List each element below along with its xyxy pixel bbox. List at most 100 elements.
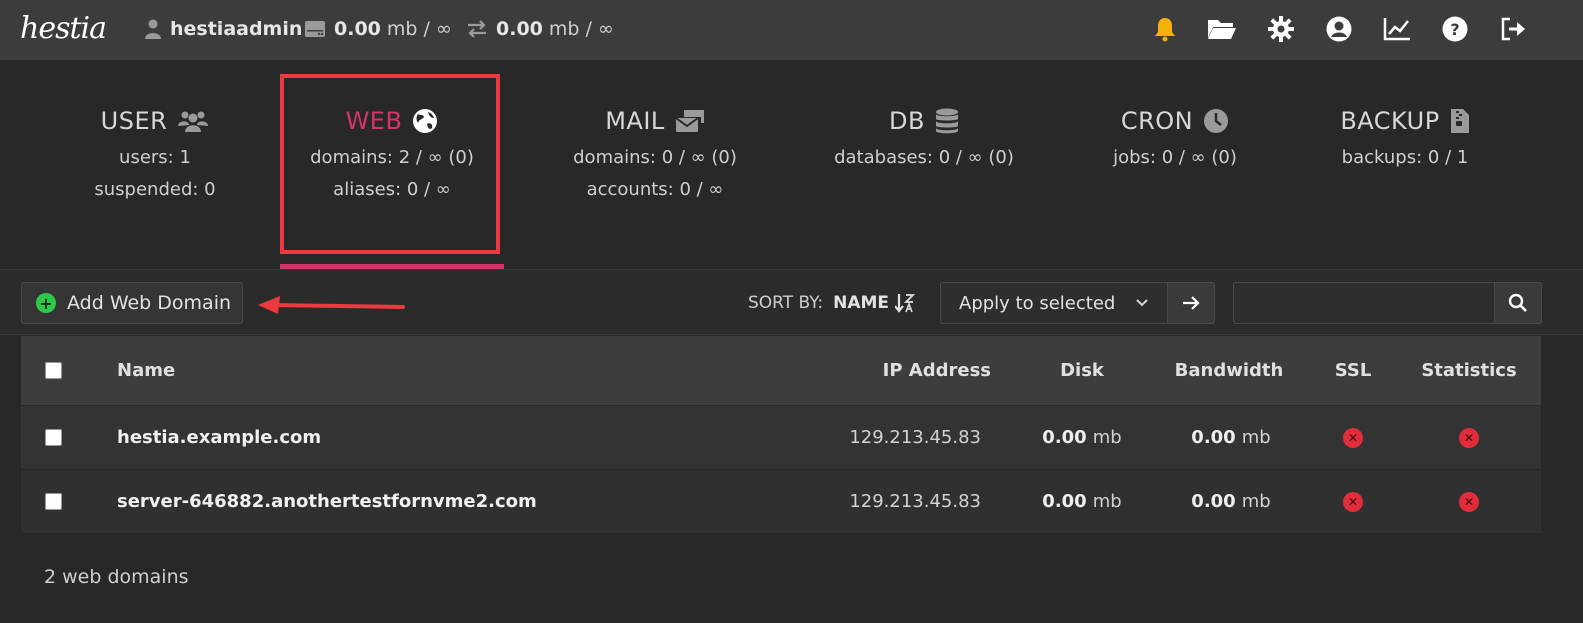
statistics-status: ✕ [1417, 406, 1521, 469]
select-all-checkbox[interactable] [45, 362, 62, 379]
clock-icon [1204, 109, 1229, 133]
ssl-status: ✕ [1321, 470, 1385, 533]
username: hestiaadmin [170, 18, 303, 40]
bandwidth-value: 0.00 [1191, 427, 1236, 448]
stat-user[interactable]: USER users: 1 suspended: 0 [80, 100, 230, 206]
statistics-disabled-icon: ✕ [1459, 427, 1479, 448]
search-input[interactable] [1233, 282, 1495, 324]
sort-by-control[interactable]: SORT BY: NAME [748, 290, 916, 316]
table-row[interactable]: server-646882.anothertestfornvme2.com 12… [21, 470, 1541, 534]
stat-cron-label: CRON [1120, 107, 1194, 135]
disk-value: 0.00 [1042, 491, 1087, 512]
bandwidth-unit: mb [1241, 491, 1271, 512]
folder-icon [1208, 20, 1236, 39]
row-checkbox-cell [45, 470, 62, 533]
profile-button[interactable] [1324, 14, 1354, 44]
stat-backup-line1: backups: 0 / 1 [1341, 147, 1469, 168]
stat-backup-title: BACKUP [1330, 100, 1480, 142]
row-checkbox[interactable] [45, 429, 62, 446]
user-icon [145, 19, 161, 39]
stat-cron-title: CRON [1100, 100, 1250, 142]
stat-user-title: USER [80, 100, 230, 142]
notifications-button[interactable] [1150, 14, 1180, 44]
web-tab-highlight-box [280, 74, 500, 254]
sort-by-value: NAME [833, 293, 890, 313]
bulk-action-selected: Apply to selected [959, 292, 1116, 314]
header-disk: Disk [1060, 360, 1104, 381]
transfer-icon [468, 20, 486, 38]
statistics-button[interactable] [1382, 14, 1412, 44]
chevron-down-icon [1136, 299, 1148, 307]
stat-db-label: DB [889, 107, 925, 135]
disk-unit: mb [1092, 491, 1122, 512]
users-icon [178, 111, 209, 132]
bell-icon [1155, 18, 1175, 42]
chart-icon [1383, 18, 1410, 41]
search-icon [1508, 293, 1527, 312]
bandwidth-usage: 0.00 mb / ∞ [466, 16, 614, 42]
toolbar: + Add Web Domain SORT BY: NAME Apply to … [0, 269, 1583, 335]
header-statistics: Statistics [1421, 360, 1517, 381]
apply-action-button[interactable] [1167, 282, 1215, 324]
bandwidth-usage-suffix: mb / ∞ [548, 18, 614, 40]
select-all-cell [45, 336, 62, 405]
top-bar: hestia hestiaadmin 0.00 mb / ∞ 0.00 mb /… [0, 0, 1583, 60]
database-icon [935, 108, 958, 134]
bandwidth-usage-cell: 0.00 mb [1171, 406, 1291, 469]
hestia-logo[interactable]: hestia [20, 5, 107, 53]
stat-backup[interactable]: BACKUP backups: 0 / 1 [1330, 100, 1480, 174]
disk-value: 0.00 [1042, 427, 1087, 448]
web-domains-table: Name IP Address Disk Bandwidth SSL Stati… [21, 336, 1541, 534]
stat-db[interactable]: DB databases: 0 / ∞ (0) [834, 100, 1014, 174]
domain-name-link[interactable]: server-646882.anothertestfornvme2.com [117, 470, 537, 533]
header-bandwidth: Bandwidth [1174, 360, 1284, 381]
bandwidth-unit: mb [1241, 427, 1271, 448]
annotation-arrow [258, 296, 405, 314]
stat-cron-line1: jobs: 0 / ∞ (0) [1113, 147, 1237, 168]
header-ssl: SSL [1334, 360, 1372, 381]
stat-user-line1: users: 1 [119, 147, 191, 168]
settings-button[interactable] [1266, 14, 1296, 44]
stat-db-title: DB [834, 100, 1014, 142]
domain-name-link[interactable]: hestia.example.com [117, 406, 321, 469]
svg-text:?: ? [1450, 20, 1459, 39]
sort-by-label: SORT BY: [748, 293, 824, 313]
add-web-domain-button[interactable]: + Add Web Domain [21, 282, 243, 324]
row-checkbox-cell [45, 406, 62, 469]
mail-icon [675, 110, 704, 132]
disk-usage-value: 0.00 [334, 18, 381, 40]
domain-count: 2 web domains [44, 566, 189, 588]
help-button[interactable]: ? [1440, 14, 1470, 44]
file-manager-button[interactable] [1207, 14, 1237, 44]
username-display[interactable]: hestiaadmin [144, 16, 308, 42]
row-checkbox[interactable] [45, 493, 62, 510]
statistics-status: ✕ [1417, 470, 1521, 533]
ip-address: 129.213.45.83 [849, 427, 981, 448]
stat-mail-line1: domains: 0 / ∞ (0) [573, 147, 737, 168]
ssl-disabled-icon: ✕ [1343, 491, 1363, 512]
bandwidth-usage-value: 0.00 [496, 18, 543, 40]
stat-backup-label: BACKUP [1340, 107, 1440, 135]
ssl-disabled-icon: ✕ [1343, 427, 1363, 448]
table-row[interactable]: hestia.example.com 129.213.45.83 0.00 mb… [21, 406, 1541, 470]
disk-usage: 0.00 mb / ∞ [304, 16, 452, 42]
bulk-action-select[interactable]: Apply to selected [940, 282, 1168, 324]
stat-mail-title: MAIL [566, 100, 744, 142]
logout-icon [1501, 17, 1525, 41]
logout-button[interactable] [1499, 14, 1529, 44]
disk-unit: mb [1092, 427, 1122, 448]
stat-db-line1: databases: 0 / ∞ (0) [834, 147, 1014, 168]
stat-user-label: USER [100, 107, 168, 135]
disk-usage-suffix: mb / ∞ [386, 18, 452, 40]
ssl-status: ✕ [1321, 406, 1385, 469]
stat-mail[interactable]: MAIL domains: 0 / ∞ (0) accounts: 0 / ∞ [566, 100, 744, 206]
header-name[interactable]: Name [117, 336, 175, 405]
table-header: Name IP Address Disk Bandwidth SSL Stati… [21, 336, 1541, 406]
add-web-domain-label: Add Web Domain [67, 292, 232, 314]
bandwidth-value: 0.00 [1191, 491, 1236, 512]
search-button[interactable] [1494, 282, 1542, 324]
server-icon [305, 21, 325, 37]
stat-cron[interactable]: CRON jobs: 0 / ∞ (0) [1100, 100, 1250, 174]
bandwidth-usage-cell: 0.00 mb [1171, 470, 1291, 533]
gear-icon [1268, 16, 1294, 42]
